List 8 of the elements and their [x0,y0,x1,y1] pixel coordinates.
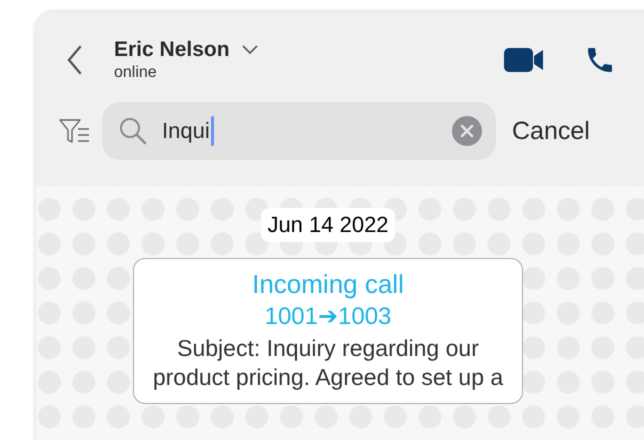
call-title: Incoming call [252,269,404,300]
search-field[interactable]: Inqui [102,102,496,160]
message-text: Subject: Inquiry regarding our product pricing. Agreed to set up a [152,334,504,392]
cancel-button[interactable]: Cancel [512,116,590,146]
contact-name[interactable]: Eric Nelson [114,38,230,62]
call-route: 1001➔1003 [264,302,392,331]
date-label: Jun 14 2022 [261,208,395,242]
contact-status: online [114,64,158,82]
